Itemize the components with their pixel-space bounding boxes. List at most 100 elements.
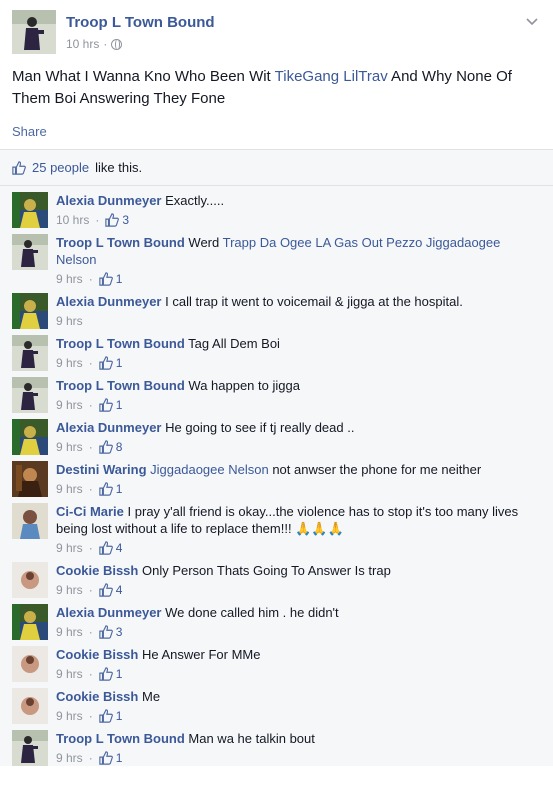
comment-author[interactable]: Cookie Bissh <box>56 689 138 704</box>
meta-separator: · <box>88 667 93 681</box>
comment-item: Destini Waring Jiggadaogee Nelson not an… <box>0 455 553 497</box>
commenter-avatar[interactable] <box>12 234 48 270</box>
comment-time[interactable]: 9 hrs <box>56 709 83 723</box>
commenter-avatar[interactable] <box>12 562 48 598</box>
commenter-avatar[interactable] <box>12 604 48 640</box>
comment-time[interactable]: 9 hrs <box>56 667 83 681</box>
globe-icon[interactable] <box>111 38 123 50</box>
meta-separator: · <box>88 272 93 286</box>
like-count-value: 4 <box>115 541 123 555</box>
commenter-avatar[interactable] <box>12 377 48 413</box>
comment-author[interactable]: Cookie Bissh <box>56 647 138 662</box>
comment-time[interactable]: 9 hrs <box>56 482 83 496</box>
comment-like-count[interactable]: 3 <box>105 213 129 227</box>
author-avatar[interactable] <box>12 10 56 54</box>
comment-item: Troop L Town Bound Man wa he talkin bout… <box>0 724 553 766</box>
meta-separator: · <box>88 583 93 597</box>
comment-time[interactable]: 9 hrs <box>56 440 83 454</box>
like-count-value: 1 <box>115 356 123 370</box>
meta-separator: · <box>88 625 93 639</box>
comment-author[interactable]: Cookie Bissh <box>56 563 138 578</box>
comment-time[interactable]: 10 hrs <box>56 213 89 227</box>
post-author[interactable]: Troop L Town Bound <box>66 14 215 31</box>
comment-meta: 10 hrs · 3 <box>56 212 541 228</box>
comment-like-count[interactable]: 1 <box>98 398 122 412</box>
share-link[interactable]: Share <box>12 124 47 149</box>
post-header: Troop L Town Bound 10 hrs · <box>12 10 541 56</box>
like-thumb-icon <box>98 482 113 496</box>
like-thumb-icon <box>105 213 120 227</box>
commenter-avatar[interactable] <box>12 646 48 682</box>
commenter-avatar[interactable] <box>12 419 48 455</box>
comment-text: Alexia Dunmeyer He going to see if tj re… <box>56 419 541 436</box>
comment-message: Werd <box>188 235 220 250</box>
comment-meta: 9 hrs · 1 <box>56 355 541 371</box>
comment-like-count[interactable]: 1 <box>98 482 122 496</box>
comment-item: Alexia Dunmeyer He going to see if tj re… <box>0 413 553 455</box>
likes-summary: 25 people like this. <box>0 149 553 186</box>
comment-body: Alexia Dunmeyer He going to see if tj re… <box>56 419 541 455</box>
comment-text: Troop L Town Bound Man wa he talkin bout <box>56 730 541 747</box>
comment-like-count[interactable]: 1 <box>98 667 122 681</box>
commenter-avatar[interactable] <box>12 461 48 497</box>
comment-author[interactable]: Alexia Dunmeyer <box>56 605 162 620</box>
comment-time[interactable]: 9 hrs <box>56 272 83 286</box>
comment-like-count[interactable]: 4 <box>98 583 123 597</box>
comment-author[interactable]: Troop L Town Bound <box>56 731 185 746</box>
comment-meta: 9 hrs · 1 <box>56 481 541 497</box>
comment-author[interactable]: Troop L Town Bound <box>56 378 185 393</box>
post-time[interactable]: 10 hrs <box>66 37 99 51</box>
tagged-user-link[interactable]: TikeGang LilTrav <box>275 68 388 85</box>
comment-time[interactable]: 9 hrs <box>56 583 83 597</box>
like-thumb-icon <box>98 751 113 765</box>
comment-like-count[interactable]: 1 <box>98 709 122 723</box>
commenter-avatar[interactable] <box>12 688 48 724</box>
comment-time[interactable]: 9 hrs <box>56 625 83 639</box>
like-thumb-icon <box>98 541 113 555</box>
comment-item: Cookie Bissh He Answer For MMe 9 hrs · 1 <box>0 640 553 682</box>
comment-body: Troop L Town Bound Werd Trapp Da Ogee LA… <box>56 234 541 287</box>
commenter-avatar[interactable] <box>12 192 48 228</box>
comment-like-count[interactable]: 1 <box>98 356 123 370</box>
chevron-down-icon[interactable] <box>525 14 539 28</box>
comment-like-count[interactable]: 3 <box>98 625 122 639</box>
comment-message: Me <box>141 689 161 704</box>
commenter-avatar[interactable] <box>12 335 48 371</box>
comment-body: Troop L Town Bound Man wa he talkin bout… <box>56 730 541 766</box>
comment-text: Alexia Dunmeyer I call trap it went to v… <box>56 293 541 310</box>
like-count-value: 1 <box>115 751 123 765</box>
comment-author[interactable]: Alexia Dunmeyer <box>56 294 162 309</box>
commenter-avatar[interactable] <box>12 503 48 539</box>
comment-time[interactable]: 9 hrs <box>56 314 83 328</box>
comment-like-count[interactable]: 1 <box>98 272 122 286</box>
comment-author[interactable]: Troop L Town Bound <box>56 235 185 250</box>
comment-author[interactable]: Alexia Dunmeyer <box>56 420 162 435</box>
comment-time[interactable]: 9 hrs <box>56 751 83 765</box>
likes-count-link[interactable]: 25 people <box>32 160 89 175</box>
comment-text: Cookie Bissh He Answer For MMe <box>56 646 541 663</box>
comment-author[interactable]: Ci-Ci Marie <box>56 504 124 519</box>
comment-text: Alexia Dunmeyer Exactly..... <box>56 192 541 209</box>
comment-author[interactable]: Troop L Town Bound <box>56 336 185 351</box>
like-thumb-icon <box>12 160 26 175</box>
comment-meta: 9 hrs · 1 <box>56 666 541 682</box>
comment-author[interactable]: Destini Waring <box>56 462 147 477</box>
comment-time[interactable]: 9 hrs <box>56 356 83 370</box>
comment-meta: 9 hrs · 1 <box>56 750 541 766</box>
comment-like-count[interactable]: 8 <box>98 440 122 454</box>
comment-author[interactable]: Alexia Dunmeyer <box>56 193 162 208</box>
comment-like-count[interactable]: 4 <box>98 541 123 555</box>
comment-body: Alexia Dunmeyer Exactly..... 10 hrs · 3 <box>56 192 541 228</box>
comment-time[interactable]: 9 hrs <box>56 398 83 412</box>
like-thumb-icon <box>98 709 113 723</box>
comment-message: Man wa he talkin bout <box>188 731 315 746</box>
comment-message: Wa happen to jigga <box>188 378 300 393</box>
comment-time[interactable]: 9 hrs <box>56 541 83 555</box>
comment-item: Alexia Dunmeyer We done called him . he … <box>0 598 553 640</box>
comment-like-count[interactable]: 1 <box>98 751 123 765</box>
tagged-users-link[interactable]: Jiggadaogee Nelson <box>150 462 269 477</box>
comment-text: Cookie Bissh Only Person Thats Going To … <box>56 562 541 579</box>
commenter-avatar[interactable] <box>12 730 48 766</box>
commenter-avatar[interactable] <box>12 293 48 329</box>
like-count-value: 4 <box>115 583 123 597</box>
